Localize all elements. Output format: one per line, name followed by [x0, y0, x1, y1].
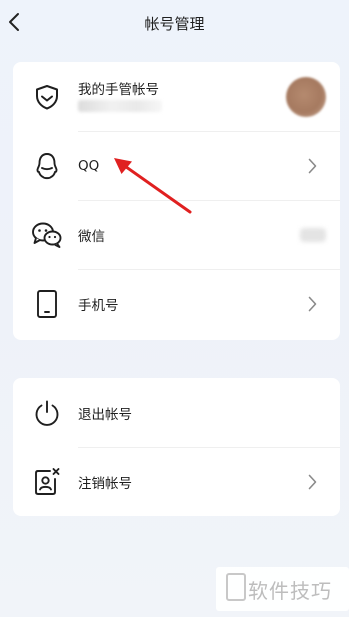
wechat-status-blurred: [300, 227, 326, 242]
shield-icon: [31, 81, 63, 113]
annotation-arrow: [114, 158, 192, 214]
phone-row[interactable]: 手机号: [13, 269, 340, 338]
chevron-right-icon: [306, 156, 318, 176]
wechat-label: 微信: [78, 228, 105, 245]
user-remove-icon: [31, 466, 63, 498]
cancel-account-label: 注销帐号: [78, 475, 132, 492]
watermark-logo-icon: [226, 573, 246, 601]
header-bar: 帐号管理: [0, 0, 349, 46]
qq-icon: [31, 150, 63, 182]
cancel-account-row[interactable]: 注销帐号: [13, 447, 340, 516]
wechat-icon: [31, 219, 63, 251]
logout-label: 退出帐号: [78, 406, 132, 423]
chevron-right-icon: [306, 472, 318, 492]
chevron-right-icon: [306, 294, 318, 314]
qq-label: QQ: [78, 157, 100, 174]
avatar: [286, 77, 326, 117]
my-account-label: 我的手管帐号: [78, 82, 159, 98]
account-id-blurred: [78, 100, 162, 112]
page-title: 帐号管理: [144, 15, 205, 33]
logout-row[interactable]: 退出帐号: [13, 378, 340, 447]
my-account-row[interactable]: 我的手管帐号: [13, 62, 340, 131]
phone-icon: [31, 288, 63, 320]
power-icon: [31, 397, 63, 429]
phone-label: 手机号: [78, 297, 119, 314]
watermark-text: 软件技巧: [248, 579, 332, 603]
watermark: 软件技巧: [216, 567, 349, 611]
account-actions-card: 退出帐号 注销帐号: [13, 378, 340, 516]
